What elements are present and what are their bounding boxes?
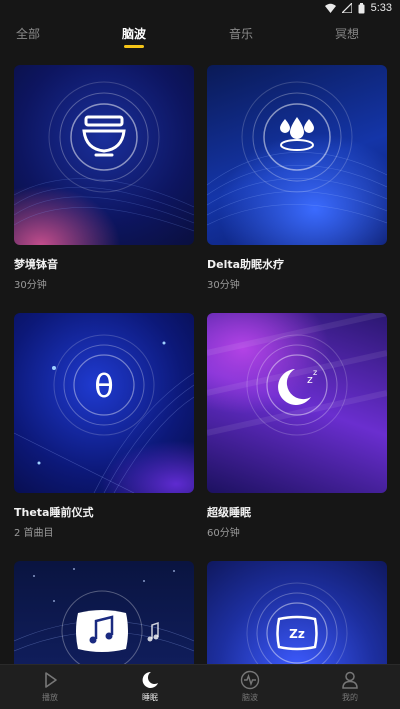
tab-meditation[interactable]: 冥想 — [335, 25, 359, 42]
music-pillow-icon — [76, 610, 128, 652]
play-icon — [45, 672, 57, 688]
category-tabs: 全部 脑波 音乐 冥想 — [0, 18, 400, 52]
active-tab-indicator — [124, 45, 144, 48]
status-time: 5:33 — [370, 2, 392, 14]
card-thumbnail[interactable] — [207, 65, 387, 245]
water-drops-icon — [280, 117, 314, 151]
wifi-icon — [324, 3, 336, 13]
bottom-navigation: 播放 睡眠 脑波 我的 — [0, 664, 400, 709]
card-thumbnail[interactable]: z z — [207, 313, 387, 493]
status-icons: 5:33 — [324, 2, 392, 14]
moon-icon — [142, 671, 158, 688]
card-title: 超级睡眠 — [207, 506, 251, 519]
user-icon — [342, 671, 358, 689]
card-music-pillow[interactable] — [14, 561, 194, 664]
signal-icon — [341, 3, 352, 13]
tab-brainwave[interactable]: 脑波 — [122, 25, 146, 42]
tab-all[interactable]: 全部 — [16, 25, 40, 42]
card-title: Delta助眠水疗 — [207, 258, 285, 271]
card-thumbnail[interactable] — [14, 65, 194, 245]
card-duration: 30分钟 — [14, 280, 47, 291]
waveform-icon — [240, 670, 260, 690]
tab-music[interactable]: 音乐 — [229, 25, 253, 42]
card-duration: 30分钟 — [207, 280, 240, 291]
card-thumbnail[interactable]: Zz — [207, 561, 387, 664]
card-delta-spa[interactable]: Delta助眠水疗 30分钟 — [207, 65, 387, 291]
nav-label: 我的 — [342, 693, 358, 702]
card-track-count: 2 首曲目 — [14, 528, 54, 539]
nav-label: 睡眠 — [142, 693, 158, 702]
svg-text:z: z — [313, 368, 317, 377]
svg-text:Zz: Zz — [289, 627, 305, 641]
card-zz-pillow[interactable]: Zz — [207, 561, 387, 664]
battery-icon — [358, 2, 365, 13]
card-title: Theta睡前仪式 — [14, 506, 94, 519]
nav-sleep[interactable]: 睡眠 — [120, 670, 180, 708]
singing-bowl-icon — [82, 115, 126, 157]
nav-profile[interactable]: 我的 — [320, 670, 380, 708]
nav-play[interactable]: 播放 — [20, 670, 80, 708]
card-duration: 60分钟 — [207, 528, 240, 539]
card-title: 梦境钵音 — [14, 258, 58, 271]
status-bar: 5:33 — [0, 0, 400, 18]
card-super-sleep[interactable]: z z 超级睡眠 60分钟 — [207, 313, 387, 539]
card-theta-ritual[interactable]: θ Theta睡前仪式 2 首曲目 — [14, 313, 194, 539]
nav-brainwave[interactable]: 脑波 — [220, 670, 280, 708]
card-thumbnail[interactable] — [14, 561, 194, 664]
card-thumbnail[interactable]: θ — [14, 313, 194, 493]
nav-label: 脑波 — [242, 693, 258, 702]
card-dream-bowl[interactable]: 梦境钵音 30分钟 — [14, 65, 194, 291]
theta-icon: θ — [94, 367, 114, 405]
nav-label: 播放 — [42, 693, 58, 702]
content-grid: 梦境钵音 30分钟 Delta助眠水疗 30分钟 θ Theta睡前仪式 2 首… — [0, 52, 400, 664]
zz-pillow-icon: Zz — [276, 615, 318, 651]
